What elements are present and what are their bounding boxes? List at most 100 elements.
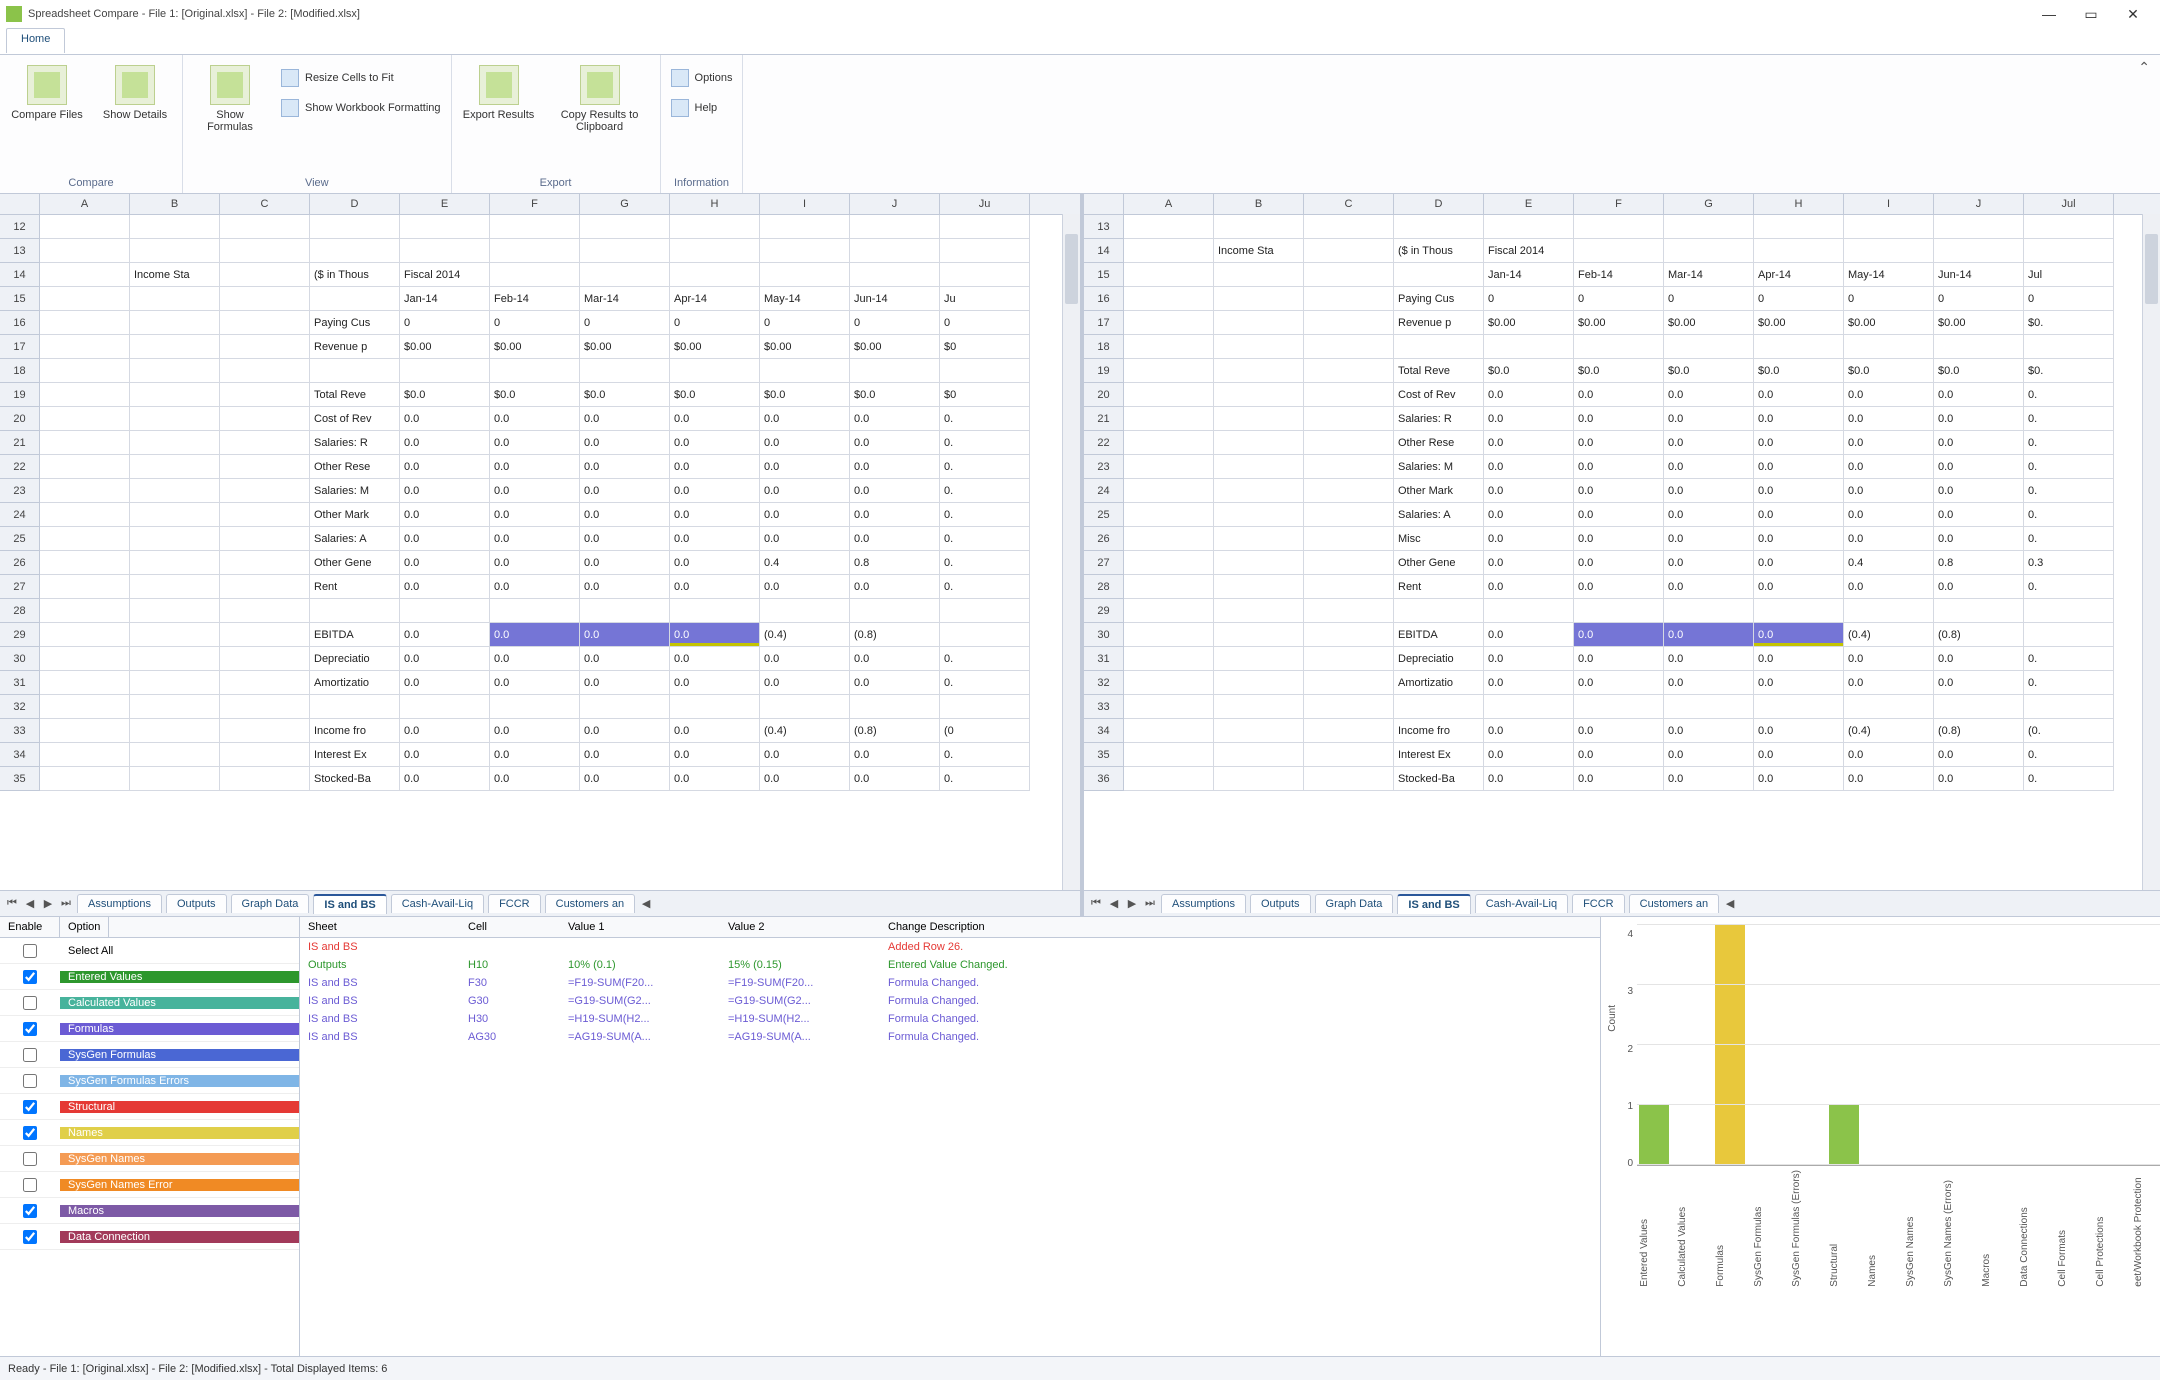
- cell[interactable]: [1214, 407, 1304, 431]
- cell[interactable]: 0.0: [400, 479, 490, 503]
- row-header[interactable]: 18: [1084, 335, 1124, 359]
- row-header[interactable]: 23: [0, 479, 40, 503]
- cell[interactable]: 0.0: [850, 527, 940, 551]
- cell[interactable]: 0.0: [400, 743, 490, 767]
- cell[interactable]: 0.0: [670, 407, 760, 431]
- column-header[interactable]: E: [400, 194, 490, 214]
- cell[interactable]: 0.0: [1484, 623, 1574, 647]
- cell[interactable]: Salaries: M: [1394, 455, 1484, 479]
- cell[interactable]: [40, 407, 130, 431]
- cell[interactable]: [1214, 551, 1304, 575]
- sheet-tab[interactable]: Assumptions: [1161, 894, 1246, 913]
- cell[interactable]: 0.0: [760, 767, 850, 791]
- row-header[interactable]: 17: [0, 335, 40, 359]
- cell[interactable]: 0.0: [1664, 503, 1754, 527]
- cell[interactable]: 0.: [940, 431, 1030, 455]
- cell[interactable]: [40, 551, 130, 575]
- cell[interactable]: [40, 359, 130, 383]
- cell[interactable]: Paying Cus: [1394, 287, 1484, 311]
- cell[interactable]: [220, 671, 310, 695]
- cell[interactable]: Feb-14: [490, 287, 580, 311]
- tab-nav-first-icon[interactable]: ⏮: [4, 896, 20, 912]
- cell[interactable]: [1214, 743, 1304, 767]
- cell[interactable]: [1124, 215, 1214, 239]
- cell[interactable]: [310, 599, 400, 623]
- cell[interactable]: 0.0: [1574, 623, 1664, 647]
- cell[interactable]: 0.: [2024, 431, 2114, 455]
- row-header[interactable]: 13: [1084, 215, 1124, 239]
- cell[interactable]: 0.0: [670, 503, 760, 527]
- row-header[interactable]: 34: [0, 743, 40, 767]
- corner-cell[interactable]: [0, 194, 40, 214]
- cell[interactable]: [940, 215, 1030, 239]
- option-checkbox[interactable]: [0, 1178, 60, 1192]
- cell[interactable]: [310, 359, 400, 383]
- option-row[interactable]: SysGen Formulas Errors: [0, 1068, 299, 1094]
- cell[interactable]: [1394, 335, 1484, 359]
- cell[interactable]: [1214, 503, 1304, 527]
- sheet-tab[interactable]: FCCR: [488, 894, 541, 913]
- cell[interactable]: 0.0: [580, 455, 670, 479]
- cell[interactable]: 0.0: [1574, 455, 1664, 479]
- cell[interactable]: [400, 359, 490, 383]
- cell[interactable]: (0.4): [760, 623, 850, 647]
- cell[interactable]: [1214, 671, 1304, 695]
- cell[interactable]: [1574, 695, 1664, 719]
- cell[interactable]: [1214, 383, 1304, 407]
- cell[interactable]: Amortizatio: [1394, 671, 1484, 695]
- cell[interactable]: [1214, 575, 1304, 599]
- cell[interactable]: 0: [400, 311, 490, 335]
- cell[interactable]: 0.0: [580, 551, 670, 575]
- cell[interactable]: [760, 215, 850, 239]
- cell[interactable]: 0.: [2024, 671, 2114, 695]
- row-header[interactable]: 16: [1084, 287, 1124, 311]
- cell[interactable]: 0.0: [760, 479, 850, 503]
- cell[interactable]: 0.0: [850, 743, 940, 767]
- cell[interactable]: [1664, 239, 1754, 263]
- cell[interactable]: [1304, 215, 1394, 239]
- cell[interactable]: 0.0: [670, 431, 760, 455]
- cell[interactable]: 0.0: [490, 527, 580, 551]
- cell[interactable]: [1124, 719, 1214, 743]
- cell[interactable]: 0.0: [490, 479, 580, 503]
- cell[interactable]: [220, 239, 310, 263]
- option-checkbox[interactable]: [0, 1048, 60, 1062]
- cell[interactable]: 0.0: [1484, 671, 1574, 695]
- column-header[interactable]: A: [40, 194, 130, 214]
- scrollbar-thumb[interactable]: [2145, 234, 2158, 304]
- cell[interactable]: [1124, 743, 1214, 767]
- cell[interactable]: 0.0: [1574, 383, 1664, 407]
- collapse-ribbon-icon[interactable]: ⌃: [2138, 59, 2150, 76]
- cell[interactable]: May-14: [1844, 263, 1934, 287]
- cell[interactable]: [40, 311, 130, 335]
- cell[interactable]: [220, 599, 310, 623]
- cell[interactable]: 0.: [940, 647, 1030, 671]
- cell[interactable]: [1214, 479, 1304, 503]
- cell[interactable]: 0: [1754, 287, 1844, 311]
- cell[interactable]: 0.0: [400, 647, 490, 671]
- cell[interactable]: [220, 527, 310, 551]
- cell[interactable]: [220, 479, 310, 503]
- cell[interactable]: 0.0: [1754, 383, 1844, 407]
- cell[interactable]: [940, 239, 1030, 263]
- cell[interactable]: 0.0: [1574, 575, 1664, 599]
- cell[interactable]: 0: [760, 311, 850, 335]
- cell[interactable]: 0.0: [1754, 719, 1844, 743]
- cell[interactable]: [1304, 527, 1394, 551]
- cell[interactable]: [220, 767, 310, 791]
- cell[interactable]: [130, 383, 220, 407]
- cell[interactable]: 0.0: [1484, 503, 1574, 527]
- cell[interactable]: [1304, 479, 1394, 503]
- row-header[interactable]: 20: [1084, 383, 1124, 407]
- cell[interactable]: 0.0: [1934, 647, 2024, 671]
- cell[interactable]: 0.0: [400, 527, 490, 551]
- sheet-tab[interactable]: Graph Data: [1315, 894, 1394, 913]
- cell[interactable]: 0: [1574, 287, 1664, 311]
- cell[interactable]: [1214, 215, 1304, 239]
- cell[interactable]: [1214, 359, 1304, 383]
- row-header[interactable]: 13: [0, 239, 40, 263]
- cell[interactable]: [40, 335, 130, 359]
- cell[interactable]: [220, 287, 310, 311]
- cell[interactable]: 0.0: [1844, 671, 1934, 695]
- sheet-tab[interactable]: FCCR: [1572, 894, 1625, 913]
